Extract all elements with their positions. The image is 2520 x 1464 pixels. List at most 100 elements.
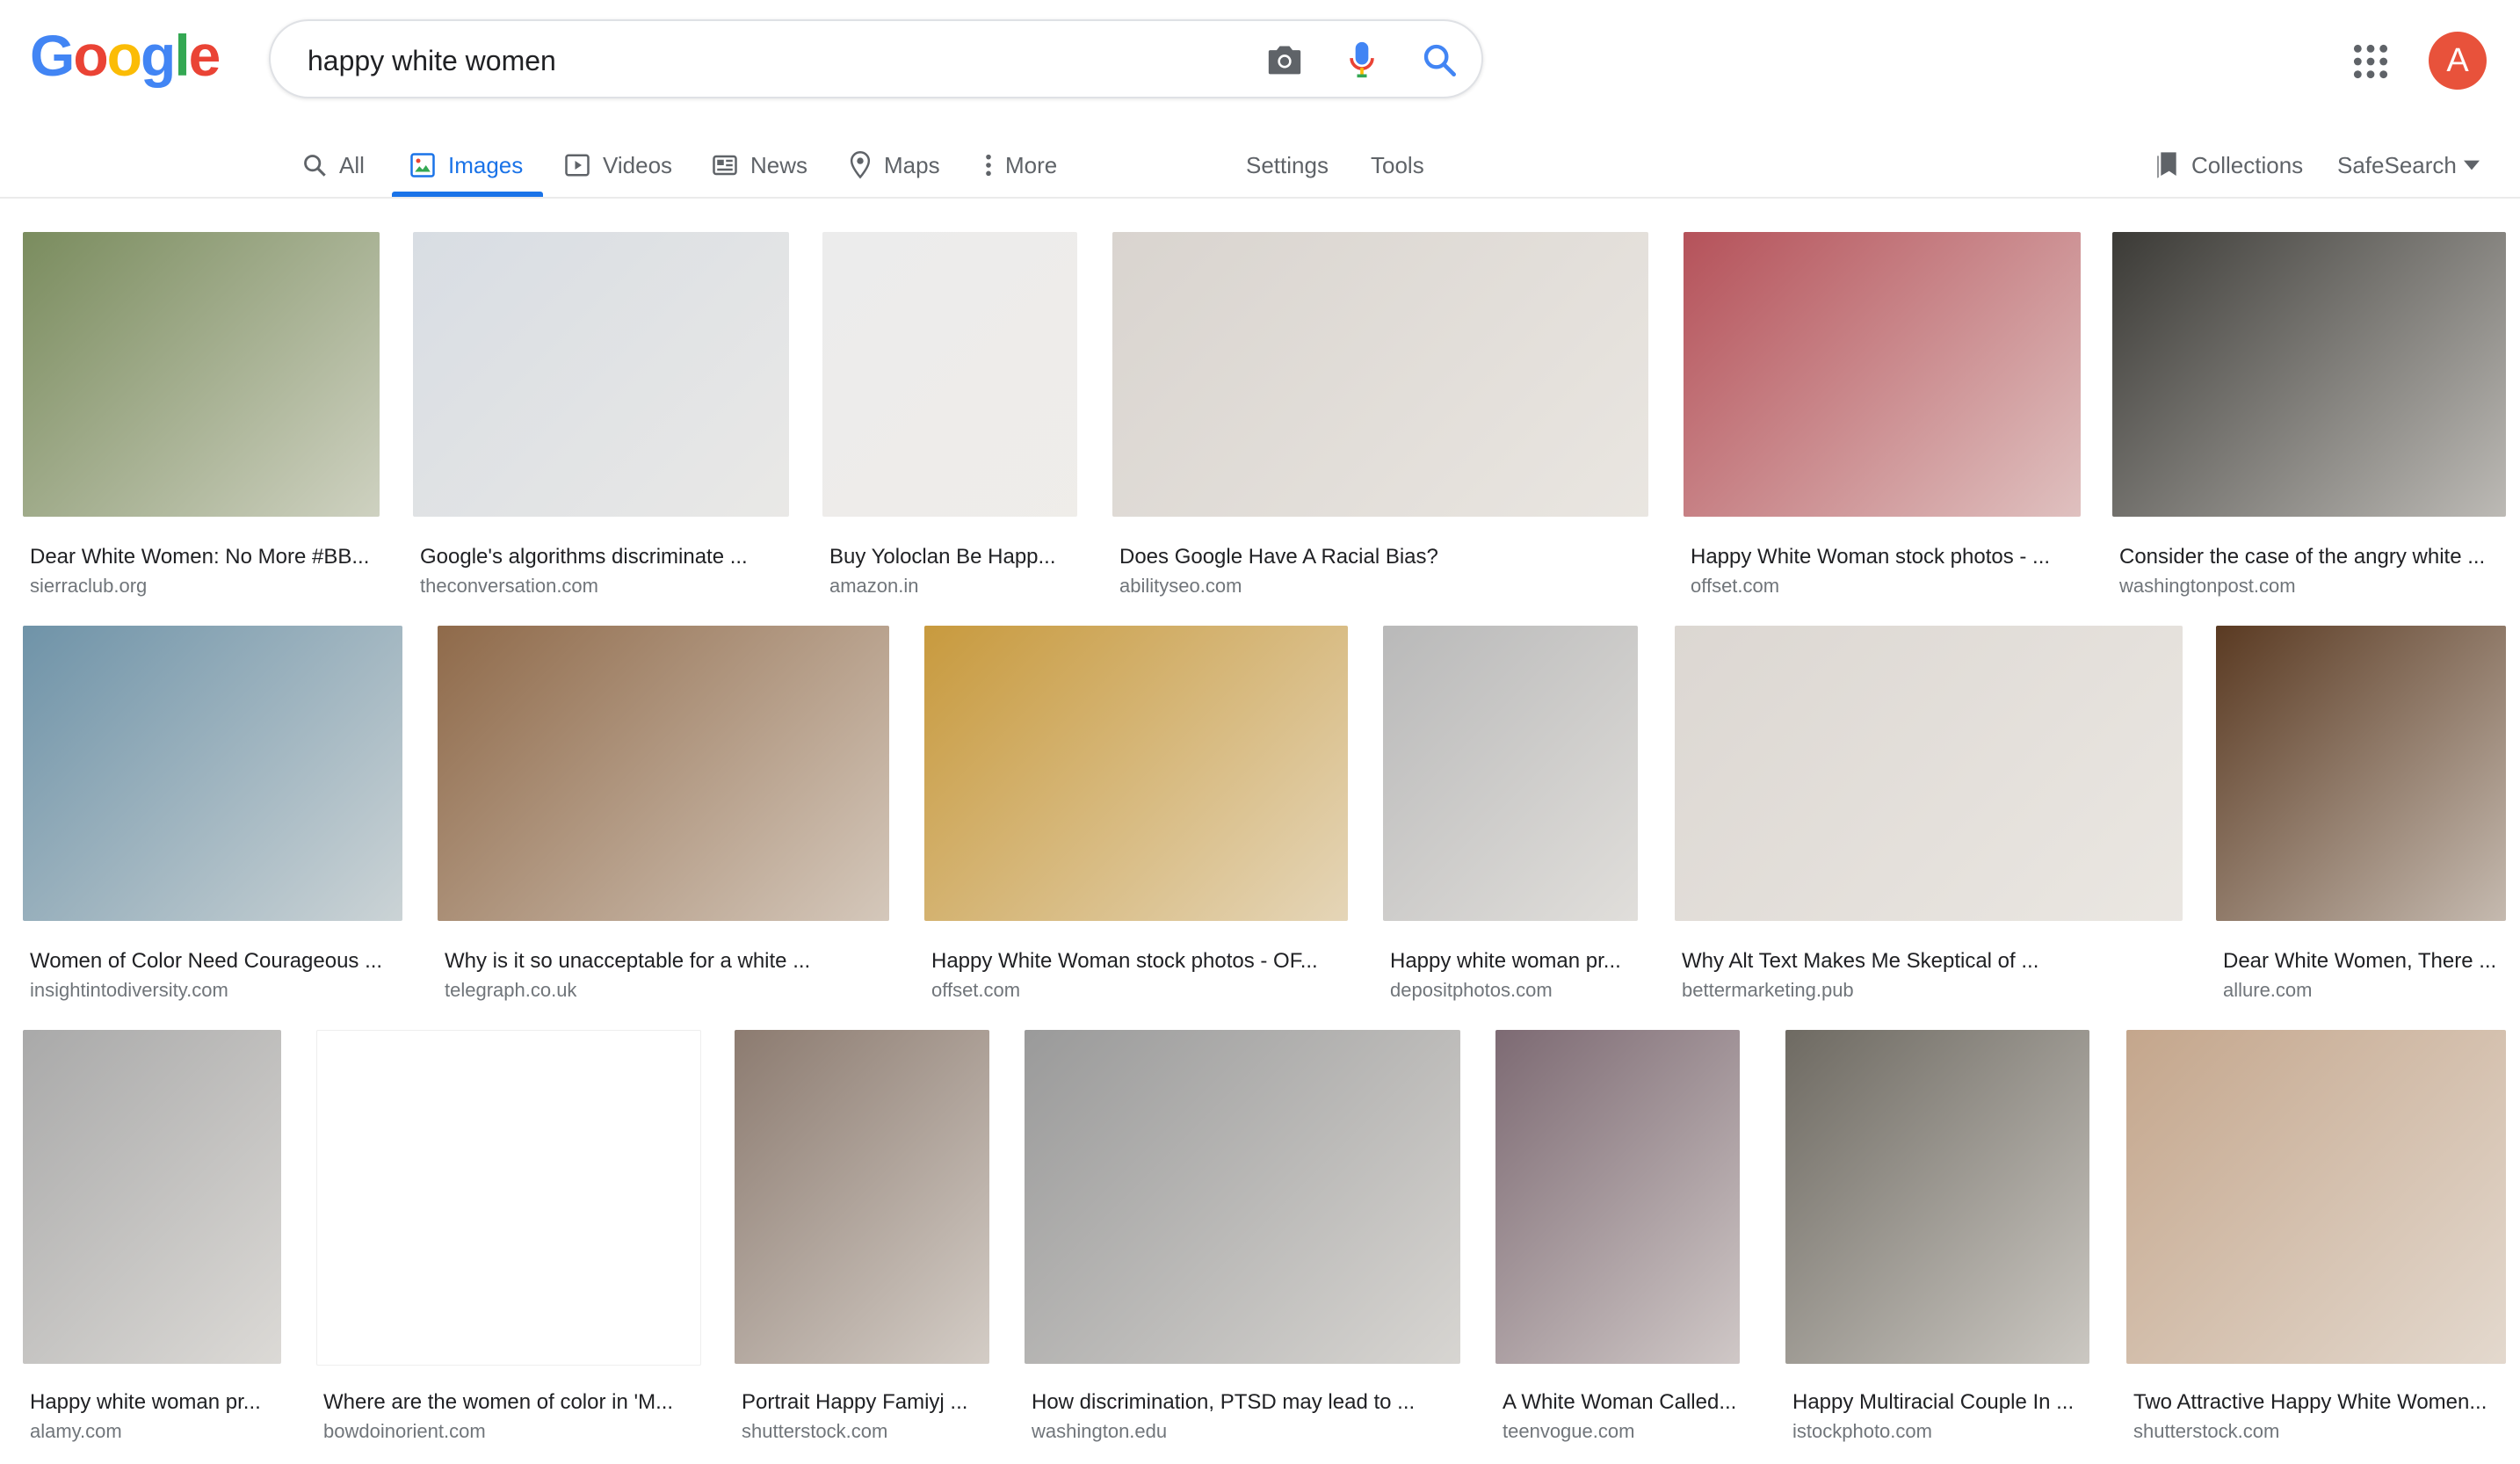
result-title[interactable]: Happy white woman pr... — [30, 1390, 281, 1415]
tab-more[interactable]: More — [984, 141, 1057, 190]
result-source[interactable]: abilityseo.com — [1119, 575, 1648, 598]
result-thumbnail[interactable] — [316, 1030, 701, 1366]
image-result[interactable]: Google's algorithms discriminate ... thec… — [413, 232, 789, 606]
image-result[interactable]: Happy White Woman stock photos - OF... of… — [924, 626, 1348, 1011]
camera-icon[interactable] — [1262, 37, 1307, 83]
result-title[interactable]: Why is it so unacceptable for a white ..… — [445, 949, 889, 974]
result-thumbnail[interactable] — [822, 232, 1077, 517]
search-icon[interactable] — [1416, 37, 1462, 83]
result-source[interactable]: offset.com — [931, 979, 1348, 1002]
image-result[interactable]: Happy White Woman stock photos - ... offs… — [1684, 232, 2081, 606]
result-thumbnail[interactable] — [23, 232, 380, 517]
result-title[interactable]: Happy Multiracial Couple In ... — [1792, 1390, 2089, 1415]
result-title[interactable]: Where are the women of color in 'M... — [323, 1390, 699, 1415]
search-icon — [304, 155, 326, 177]
tab-videos[interactable]: Videos — [564, 141, 672, 190]
result-title[interactable]: Google's algorithms discriminate ... — [420, 545, 789, 569]
result-title[interactable]: Happy white woman pr... — [1390, 949, 1638, 974]
result-title[interactable]: How discrimination, PTSD may lead to ... — [1032, 1390, 1460, 1415]
result-thumbnail[interactable] — [924, 626, 1348, 921]
result-title[interactable]: Why Alt Text Makes Me Skeptical of ... — [1682, 949, 2183, 974]
result-title[interactable]: Happy White Woman stock photos - OF... — [931, 949, 1348, 974]
result-thumbnail[interactable] — [735, 1030, 989, 1364]
image-result[interactable]: Why is it so unacceptable for a white ..… — [438, 626, 889, 1011]
result-title[interactable]: Women of Color Need Courageous ... — [30, 949, 402, 974]
microphone-icon[interactable] — [1339, 37, 1385, 83]
tab-all[interactable]: All — [302, 141, 365, 190]
result-title[interactable]: Buy Yoloclan Be Happ... — [829, 545, 1077, 569]
result-title[interactable]: Two Attractive Happy White Women... — [2133, 1390, 2506, 1415]
result-source[interactable]: telegraph.co.uk — [445, 979, 889, 1002]
image-result[interactable]: Where are the women of color in 'M... bow… — [316, 1030, 701, 1452]
avatar[interactable]: A — [2429, 32, 2487, 90]
result-thumbnail[interactable] — [413, 232, 789, 517]
image-result[interactable]: Happy white woman pr... depositphotos.com — [1383, 626, 1638, 1011]
result-thumbnail[interactable] — [1675, 626, 2183, 921]
image-result[interactable]: Dear White Women: No More #BB... sierracl… — [23, 232, 380, 606]
image-result[interactable]: Buy Yoloclan Be Happ... amazon.in — [822, 232, 1077, 606]
result-source[interactable]: insightintodiversity.com — [30, 979, 402, 1002]
tab-images[interactable]: Images — [409, 141, 523, 190]
result-source[interactable]: depositphotos.com — [1390, 979, 1638, 1002]
result-source[interactable]: bettermarketing.pub — [1682, 979, 2183, 1002]
result-source[interactable]: teenvogue.com — [1503, 1420, 1740, 1443]
image-result[interactable]: Dear White Women, There ... allure.com — [2216, 626, 2506, 1011]
result-title[interactable]: Dear White Women, There ... — [2223, 949, 2506, 974]
result-title[interactable]: Dear White Women: No More #BB... — [30, 545, 380, 569]
result-source[interactable]: bowdoinorient.com — [323, 1420, 699, 1443]
settings-link[interactable]: Settings — [1246, 141, 1329, 190]
google-logo[interactable]: Google — [30, 26, 221, 84]
collections-link[interactable]: Collections — [2154, 141, 2303, 190]
result-title[interactable]: A White Woman Called... — [1503, 1390, 1740, 1415]
result-thumbnail[interactable] — [1684, 232, 2081, 517]
result-source[interactable]: shutterstock.com — [2133, 1420, 2506, 1443]
result-source[interactable]: allure.com — [2223, 979, 2506, 1002]
tools-link[interactable]: Tools — [1371, 141, 1424, 190]
result-thumbnail[interactable] — [2112, 232, 2506, 517]
result-thumbnail[interactable] — [23, 1030, 281, 1364]
tab-maps[interactable]: Maps — [849, 141, 940, 190]
result-title[interactable]: Does Google Have A Racial Bias? — [1119, 545, 1648, 569]
result-source[interactable]: washington.edu — [1032, 1420, 1460, 1443]
search-input[interactable] — [306, 40, 1188, 81]
image-result[interactable]: How discrimination, PTSD may lead to ...… — [1025, 1030, 1460, 1452]
result-source[interactable]: amazon.in — [829, 575, 1077, 598]
result-thumbnail[interactable] — [2126, 1030, 2506, 1364]
result-title[interactable]: Portrait Happy Famiyj ... — [742, 1390, 989, 1415]
result-thumbnail[interactable] — [23, 626, 402, 921]
result-thumbnail[interactable] — [1383, 626, 1638, 921]
search-tabs: All Images Videos News Maps More Setting… — [0, 130, 2520, 199]
image-result[interactable]: Why Alt Text Makes Me Skeptical of ... be… — [1675, 626, 2183, 1011]
safesearch-dropdown[interactable]: SafeSearch — [2337, 141, 2480, 190]
image-result[interactable]: Does Google Have A Racial Bias? abilityse… — [1112, 232, 1648, 606]
tab-label: More — [1005, 151, 1058, 178]
result-thumbnail[interactable] — [438, 626, 889, 921]
image-result[interactable]: A White Woman Called... teenvogue.com — [1495, 1030, 1740, 1452]
image-result[interactable]: Portrait Happy Famiyj ... shutterstock.co… — [735, 1030, 989, 1452]
result-source[interactable]: alamy.com — [30, 1420, 281, 1443]
bookmark-icon — [2157, 152, 2176, 178]
image-result[interactable]: Happy white woman pr... alamy.com — [23, 1030, 281, 1452]
image-result[interactable]: Women of Color Need Courageous ... insigh… — [23, 626, 402, 1011]
result-thumbnail[interactable] — [1025, 1030, 1460, 1364]
result-source[interactable]: shutterstock.com — [742, 1420, 989, 1443]
result-source[interactable]: theconversation.com — [420, 575, 789, 598]
result-thumbnail[interactable] — [1112, 232, 1648, 517]
image-result[interactable]: Two Attractive Happy White Women... shutt… — [2126, 1030, 2506, 1452]
result-title[interactable]: Happy White Woman stock photos - ... — [1691, 545, 2081, 569]
tab-news[interactable]: News — [712, 141, 807, 190]
result-title[interactable]: Consider the case of the angry white ... — [2119, 545, 2506, 569]
image-results-grid: Dear White Women: No More #BB... sierracl… — [0, 197, 2520, 1464]
result-thumbnail[interactable] — [1495, 1030, 1740, 1364]
result-thumbnail[interactable] — [2216, 626, 2506, 921]
result-source[interactable]: istockphoto.com — [1792, 1420, 2089, 1443]
result-source[interactable]: offset.com — [1691, 575, 2081, 598]
result-source[interactable]: washingtonpost.com — [2119, 575, 2506, 598]
image-result[interactable]: Consider the case of the angry white ...… — [2112, 232, 2506, 606]
result-source[interactable]: sierraclub.org — [30, 575, 380, 598]
image-result[interactable]: Happy Multiracial Couple In ... istockpho… — [1785, 1030, 2089, 1452]
safesearch-label: SafeSearch — [2337, 151, 2457, 178]
result-thumbnail[interactable] — [1785, 1030, 2089, 1364]
apps-grid-icon[interactable] — [2351, 42, 2390, 81]
search-box[interactable] — [269, 19, 1483, 98]
